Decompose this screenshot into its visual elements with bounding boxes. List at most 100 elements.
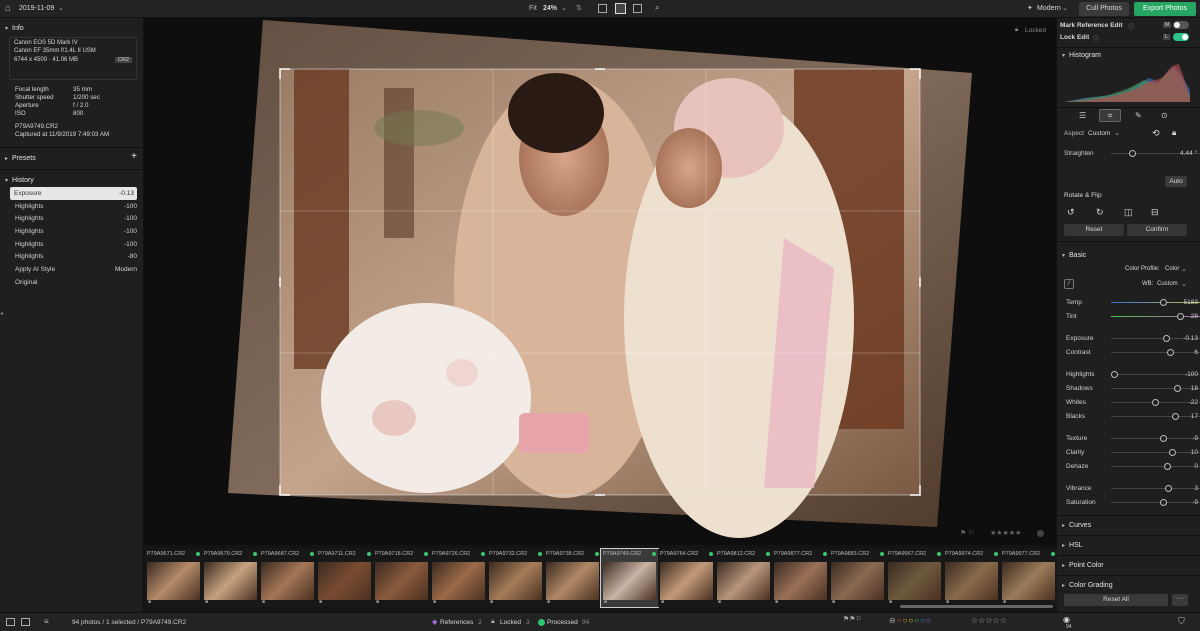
- locked-filter-label[interactable]: Locked: [500, 619, 521, 626]
- filmstrip-thumbnail[interactable]: P79A9749.CR2 ■: [600, 548, 659, 608]
- history-section-header[interactable]: ▾ History: [0, 173, 143, 187]
- basic-section-header[interactable]: ▾ Basic: [1057, 248, 1086, 262]
- filmstrip-thumbnail[interactable]: P79A9764.CR2 ■: [658, 549, 715, 607]
- presets-section-header[interactable]: ▸ Presets +: [0, 151, 143, 165]
- zoom-level[interactable]: 24%: [543, 5, 557, 12]
- filmstrip-thumbnail[interactable]: P79A9883.CR2 ■: [829, 549, 886, 607]
- filmstrip-scrollbar[interactable]: [900, 605, 1053, 608]
- adjust-tool-icon[interactable]: ☰: [1079, 111, 1086, 120]
- slider-saturation[interactable]: Saturation -9: [1057, 495, 1200, 509]
- cull-photos-button[interactable]: Cull Photos: [1079, 2, 1129, 16]
- flip-aspect-icon[interactable]: ⟲: [1152, 128, 1160, 139]
- confirm-crop-button[interactable]: Confirm: [1127, 224, 1187, 236]
- slider-texture[interactable]: Texture -9: [1057, 431, 1200, 445]
- filmstrip-thumbnail[interactable]: P79A9738.CR2 ■: [544, 549, 601, 607]
- curves-section-header[interactable]: ▸ Curves: [1057, 515, 1200, 535]
- home-icon[interactable]: ⌂: [5, 3, 11, 14]
- sidebar-toggle-icon[interactable]: [6, 618, 15, 626]
- slider-clarity[interactable]: Clarity 10: [1057, 445, 1200, 459]
- history-item[interactable]: Highlights -100: [0, 225, 143, 238]
- flip-horizontal-icon[interactable]: ◫: [1124, 207, 1133, 218]
- add-preset-icon[interactable]: +: [131, 151, 137, 162]
- filmstrip-thumbnail[interactable]: P79A9732.CR2 ■: [487, 549, 544, 607]
- info-section-header[interactable]: ▾ Info: [0, 21, 143, 35]
- point-color-section-header[interactable]: ▸ Point Color: [1057, 555, 1200, 575]
- eyedropper-icon[interactable]: ⁄: [1064, 279, 1074, 289]
- lock-aspect-icon[interactable]: 🔒︎: [1172, 128, 1176, 138]
- wb-select[interactable]: Custom: [1157, 281, 1178, 287]
- reset-crop-button[interactable]: Reset: [1064, 224, 1124, 236]
- slider-whites[interactable]: Whites -22: [1057, 395, 1200, 409]
- histogram-section-header[interactable]: ▾ Histogram: [1057, 48, 1200, 62]
- slider-knob[interactable]: [1159, 499, 1167, 506]
- aspect-select[interactable]: Custom: [1088, 130, 1110, 137]
- filmstrip-thumbnail[interactable]: P79A9718.CR2 ■: [373, 549, 430, 607]
- image-canvas[interactable]: 🔒︎ Locked ⚑ ⚐ ★★★★★: [144, 18, 1056, 545]
- processed-label[interactable]: Processed: [547, 619, 578, 626]
- loupe-view-icon[interactable]: [615, 3, 626, 14]
- filmstrip-thumbnail[interactable]: P79A9877.CR2 ■: [772, 549, 829, 607]
- mark-reference-toggle[interactable]: [1173, 21, 1189, 29]
- history-item[interactable]: Highlights -80: [0, 250, 143, 263]
- export-photos-button[interactable]: Export Photos: [1134, 2, 1196, 16]
- split-view-icon[interactable]: [633, 4, 642, 13]
- retouch-tool-icon[interactable]: ⊙: [1161, 111, 1168, 120]
- references-label[interactable]: References: [440, 619, 473, 626]
- slider-shadows[interactable]: Shadows 18: [1057, 381, 1200, 395]
- slider-contrast[interactable]: Contrast 6: [1057, 345, 1200, 359]
- slider-knob[interactable]: [1152, 399, 1160, 406]
- filmstrip-thumbnail[interactable]: P79A9687.CR2 ■: [259, 549, 316, 607]
- photo-preview[interactable]: [144, 18, 1056, 545]
- star-filter-icons[interactable]: ☆☆☆☆☆: [971, 616, 1007, 625]
- color-label-icon[interactable]: [1037, 530, 1044, 537]
- slider-blacks[interactable]: Blacks 17: [1057, 409, 1200, 423]
- color-profile-select[interactable]: Color: [1165, 266, 1179, 272]
- lock-edit-toggle[interactable]: [1173, 33, 1189, 41]
- color-grading-section-header[interactable]: ▸ Color Grading: [1057, 575, 1200, 595]
- filmstrip-thumbnail[interactable]: P79A9679.CR2 ■: [202, 549, 259, 607]
- filmstrip-thumbnail[interactable]: P79A9812.CR2 ■: [715, 549, 772, 607]
- filmstrip-thumbnail[interactable]: P79A9977.CR2 ■: [1000, 549, 1057, 607]
- eraser-tool-icon[interactable]: ✎: [1135, 111, 1142, 120]
- rotate-right-icon[interactable]: ↻: [1096, 207, 1104, 218]
- slider-knob[interactable]: [1159, 299, 1167, 306]
- view-count-icon[interactable]: ◉: [1063, 615, 1070, 624]
- slider-exposure[interactable]: Exposure -0.13: [1057, 331, 1200, 345]
- slider-knob[interactable]: [1159, 435, 1167, 442]
- search-icon[interactable]: ⌕: [655, 3, 659, 13]
- flip-vertical-icon[interactable]: ⊟: [1151, 207, 1159, 218]
- flag-icon[interactable]: ⚑ ⚐: [960, 529, 975, 537]
- ai-style-selector[interactable]: Modern: [1037, 5, 1061, 12]
- straighten-knob[interactable]: [1129, 150, 1136, 157]
- history-item[interactable]: Highlights -100: [0, 200, 143, 213]
- slider-vibrance[interactable]: Vibrance 3: [1057, 481, 1200, 495]
- color-filter-icons[interactable]: ⊖○○○○○○: [889, 616, 932, 625]
- compare-icon[interactable]: ⇅: [576, 4, 582, 12]
- slider-tint[interactable]: Tint 28: [1057, 309, 1200, 323]
- slider-temp[interactable]: Temp 5183: [1057, 295, 1200, 309]
- crop-tool-icon[interactable]: ⌗: [1099, 109, 1121, 122]
- flag-filter-icon[interactable]: ⚑⚑⚐: [843, 615, 862, 623]
- date-selector[interactable]: 2019-11-09: [19, 5, 54, 12]
- filmstrip-thumbnail[interactable]: P79A9967.CR2 ■: [886, 549, 943, 607]
- filmstrip-thumbnail[interactable]: P79A9671.CR2 ■: [145, 549, 202, 607]
- straighten-slider[interactable]: Straighten 4.44 °: [1057, 146, 1200, 160]
- history-item[interactable]: Apply AI Style Modern: [0, 263, 143, 276]
- slider-highlights[interactable]: Highlights -100: [1057, 367, 1200, 381]
- history-item[interactable]: Highlights -100: [0, 238, 143, 251]
- rating-stars[interactable]: ★★★★★: [990, 529, 1021, 537]
- slider-dehaze[interactable]: Dehaze 0: [1057, 459, 1200, 473]
- history-item[interactable]: Exposure -0.13: [10, 187, 137, 200]
- filmstrip-thumbnail[interactable]: P79A9974.CR2 ■: [943, 549, 1000, 607]
- keyboard-icon[interactable]: [21, 618, 30, 626]
- filmstrip-thumbnail[interactable]: P79A9726.CR2 ■: [430, 549, 487, 607]
- more-options-icon[interactable]: ···: [1172, 594, 1188, 606]
- history-item[interactable]: Highlights -100: [0, 212, 143, 225]
- filmstrip-thumbnail[interactable]: P79A9711.CR2 ■: [316, 549, 373, 607]
- rotate-left-icon[interactable]: ↺: [1067, 207, 1075, 218]
- grid-view-icon[interactable]: [598, 4, 607, 13]
- collapse-left-arrow-icon[interactable]: ◂: [0, 310, 3, 317]
- reset-all-button[interactable]: Reset All: [1064, 594, 1168, 606]
- history-item[interactable]: Original: [0, 276, 143, 289]
- slider-knob[interactable]: [1111, 371, 1118, 378]
